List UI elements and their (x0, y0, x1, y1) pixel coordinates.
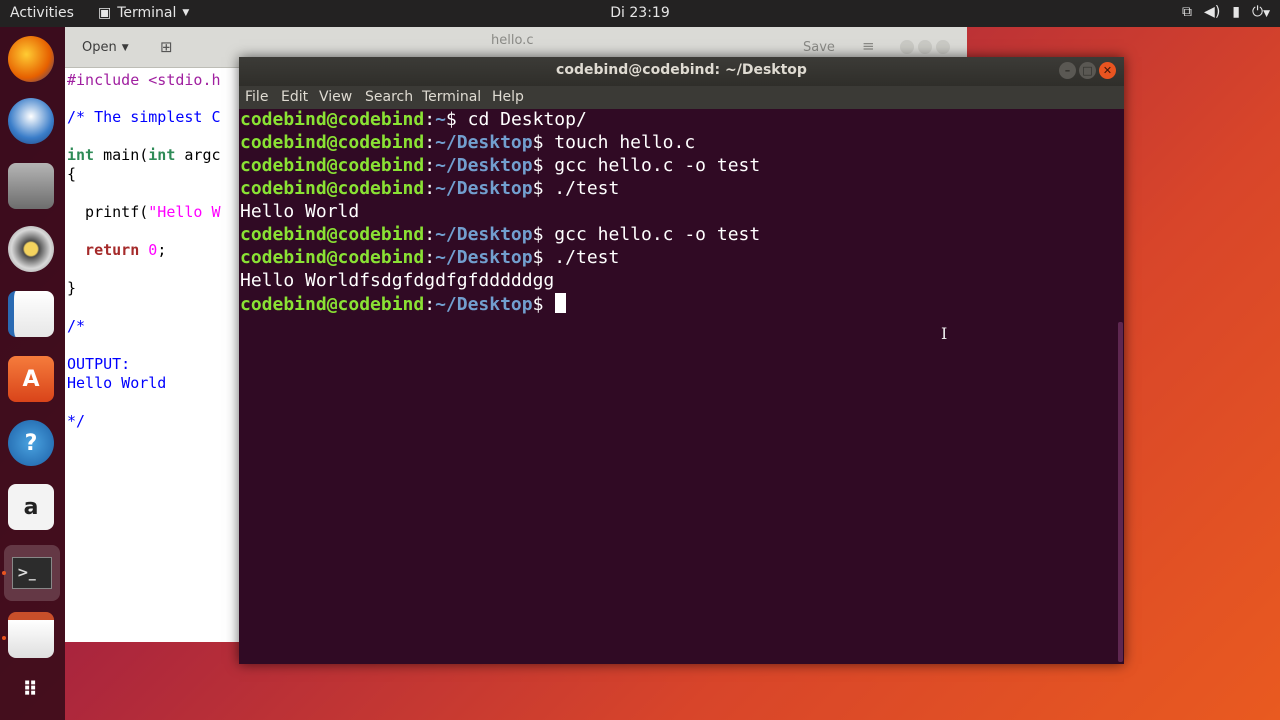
thunderbird-icon[interactable] (8, 98, 54, 144)
menu-edit[interactable]: Edit (281, 89, 308, 105)
code-line: return 0; (67, 241, 167, 259)
terminal-menu-bar: File Edit View Search Terminal Help (239, 86, 1124, 109)
terminal-scrollbar[interactable] (1118, 322, 1123, 662)
terminal-window: codebind@codebind: ~/Desktop – □ ✕ File … (239, 57, 1124, 664)
text-cursor (555, 293, 567, 313)
code-line: /* The simplest C (67, 108, 221, 126)
terminal-prompt-line: codebind@codebind:~/Desktop$ (240, 293, 567, 316)
editor-title: hello.c (491, 33, 534, 48)
power-icon[interactable]: ⏻▼ (1252, 4, 1270, 20)
minimize-icon[interactable] (900, 40, 914, 54)
terminal-line: codebind@codebind:~/Desktop$ gcc hello.c… (240, 224, 761, 245)
close-icon[interactable] (936, 40, 950, 54)
code-line: /* (67, 317, 86, 335)
volume-icon[interactable]: ◀) (1204, 4, 1220, 20)
firefox-icon[interactable] (8, 36, 54, 82)
menu-file[interactable]: File (245, 89, 268, 105)
terminal-line: codebind@codebind:~/Desktop$ touch hello… (240, 132, 696, 153)
open-button[interactable]: Open ▼ (82, 40, 129, 55)
open-label: Open (82, 40, 117, 55)
files-icon[interactable] (8, 163, 54, 209)
help-glyph: ? (24, 430, 38, 456)
terminal-line: codebind@codebind:~/Desktop$ ./test (240, 178, 620, 199)
editor-window-controls (900, 40, 950, 54)
mouse-ibeam-icon: I (941, 324, 948, 343)
network-icon[interactable]: ⧉ (1182, 4, 1192, 20)
code-line: } (67, 279, 77, 297)
running-indicator (2, 636, 6, 640)
close-icon[interactable]: ✕ (1099, 62, 1116, 79)
amazon-icon[interactable]: a (8, 484, 54, 530)
new-tab-icon[interactable]: ⊞ (160, 38, 173, 56)
minimize-icon[interactable]: – (1059, 62, 1076, 79)
code-line: printf("Hello W (67, 203, 221, 221)
code-line: Hello World (67, 374, 167, 392)
terminal-output: Hello Worldfsdgfdgdfgfdddddgg (240, 270, 555, 291)
terminal-output: Hello World (240, 201, 360, 222)
writer-icon[interactable] (8, 291, 54, 337)
maximize-icon[interactable]: □ (1079, 62, 1096, 79)
help-icon[interactable]: ? (8, 420, 54, 466)
text-editor-icon[interactable] (8, 612, 54, 658)
terminal-glyph: >_ (12, 557, 52, 589)
menu-search[interactable]: Search (365, 89, 413, 105)
maximize-icon[interactable] (918, 40, 932, 54)
terminal-line: codebind@codebind:~/Desktop$ ./test (240, 247, 620, 268)
menu-terminal[interactable]: Terminal (422, 89, 481, 105)
hamburger-menu-icon[interactable]: ≡ (862, 37, 875, 55)
code-line: int main(int argc (67, 146, 221, 164)
show-apps-icon[interactable]: ⠿ (8, 666, 54, 712)
code-line: OUTPUT: (67, 355, 131, 373)
code-line: #include <stdio.h (67, 71, 221, 89)
rhythmbox-icon[interactable] (8, 226, 54, 272)
code-line: */ (67, 412, 86, 430)
chevron-down-icon: ▼ (121, 42, 129, 53)
clock[interactable]: Di 23:19 (0, 5, 1280, 21)
software-center-icon[interactable]: A (8, 356, 54, 402)
amazon-glyph: a (23, 494, 39, 520)
terminal-line: codebind@codebind:~/Desktop$ gcc hello.c… (240, 155, 761, 176)
battery-icon[interactable]: ▮ (1232, 4, 1240, 20)
system-tray[interactable]: ⧉ ◀) ▮ ⏻▼ (1182, 4, 1270, 20)
dock: A ? a >_ ⠿ (0, 27, 65, 720)
menu-view[interactable]: View (319, 89, 352, 105)
top-bar: Activities ▣ Terminal ▼ Di 23:19 ⧉ ◀) ▮ … (0, 0, 1280, 27)
terminal-title: codebind@codebind: ~/Desktop (556, 62, 807, 78)
terminal-line: codebind@codebind:~$ cd Desktop/ (240, 109, 587, 130)
save-button[interactable]: Save (803, 40, 835, 55)
running-indicator (2, 571, 6, 575)
menu-help[interactable]: Help (492, 89, 524, 105)
code-line: { (67, 165, 77, 183)
terminal-title-bar[interactable]: codebind@codebind: ~/Desktop – □ ✕ (239, 57, 1124, 86)
terminal-screen[interactable]: codebind@codebind:~$ cd Desktop/ codebin… (239, 109, 1119, 664)
terminal-icon[interactable]: >_ (4, 545, 60, 601)
